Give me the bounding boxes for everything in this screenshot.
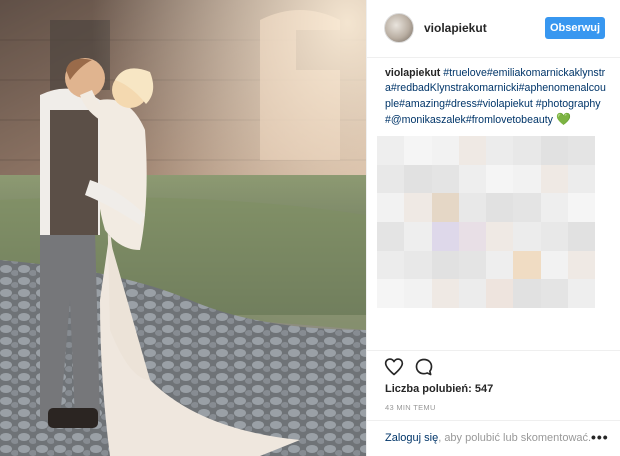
blur-cell <box>377 250 405 280</box>
login-link[interactable]: Zaloguj się <box>385 432 438 444</box>
blur-cell <box>377 193 405 222</box>
post-header: violapiekut Obserwuj <box>367 0 620 58</box>
blur-cell <box>404 250 432 280</box>
blur-cell <box>486 279 514 308</box>
blur-cell <box>486 250 514 280</box>
comment-bubble-icon[interactable] <box>414 357 434 377</box>
blur-cell <box>404 279 432 308</box>
blur-cell <box>567 221 595 251</box>
blur-cell <box>458 164 486 194</box>
instagram-post: violapiekut Obserwuj violapiekut #truelo… <box>0 0 620 456</box>
blur-cell <box>431 250 459 280</box>
follow-button[interactable]: Obserwuj <box>545 17 605 39</box>
heart-outline-icon[interactable] <box>384 357 404 377</box>
blur-cell <box>513 136 541 165</box>
blur-cell <box>567 136 595 165</box>
blur-cell <box>458 136 486 165</box>
blur-cell <box>458 250 486 280</box>
blur-cell <box>567 279 595 308</box>
caption-username[interactable]: violapiekut <box>385 67 440 79</box>
green-heart-emoji: 💚 <box>555 112 571 127</box>
blur-cell <box>377 136 405 165</box>
login-prompt: Zaloguj się, aby polubić lub skomentować… <box>385 432 591 444</box>
more-options-icon[interactable]: ••• <box>591 430 609 444</box>
post-photo[interactable] <box>0 0 366 456</box>
blur-cell <box>540 221 568 251</box>
blur-cell <box>404 221 432 251</box>
blur-cell <box>404 193 432 222</box>
blur-cell <box>431 164 459 194</box>
blur-cell <box>431 221 459 251</box>
likes-count[interactable]: Liczba polubień: 547 <box>385 383 493 395</box>
post-caption: violapiekut #truelove#emiliakomarnickakl… <box>385 66 607 129</box>
blur-cell <box>486 136 514 165</box>
blur-cell <box>540 136 568 165</box>
blur-cell <box>404 164 432 194</box>
blur-cell <box>567 193 595 222</box>
blur-cell <box>486 193 514 222</box>
blur-cell <box>540 164 568 194</box>
blur-cell <box>377 221 405 251</box>
blur-cell <box>567 250 595 280</box>
blur-cell <box>404 136 432 165</box>
blur-cell <box>377 164 405 194</box>
blur-cell <box>486 221 514 251</box>
blurred-comments-area <box>377 136 595 308</box>
blur-cell <box>513 221 541 251</box>
blur-cell <box>458 279 486 308</box>
wedding-photo-image <box>0 0 366 456</box>
blur-cell <box>540 250 568 280</box>
blur-cell <box>377 279 405 308</box>
post-sidebar: violapiekut Obserwuj violapiekut #truelo… <box>366 0 620 456</box>
username[interactable]: violapiekut <box>424 21 487 35</box>
blur-cell <box>567 164 595 194</box>
blur-cell <box>431 279 459 308</box>
blur-cell <box>486 164 514 194</box>
login-prompt-rest: , aby polubić lub skomentować. <box>438 432 592 444</box>
post-timestamp[interactable]: 43 MIN TEMU <box>385 403 436 412</box>
blur-cell <box>513 193 541 222</box>
blur-cell <box>513 164 541 194</box>
blur-cell <box>431 136 459 165</box>
blur-cell <box>540 193 568 222</box>
blur-cell <box>513 250 541 280</box>
blur-cell <box>513 279 541 308</box>
avatar[interactable] <box>384 13 414 43</box>
blur-cell <box>540 279 568 308</box>
blur-cell <box>431 193 459 222</box>
blur-cell <box>458 193 486 222</box>
actions-divider <box>367 350 620 351</box>
blur-cell <box>458 221 486 251</box>
